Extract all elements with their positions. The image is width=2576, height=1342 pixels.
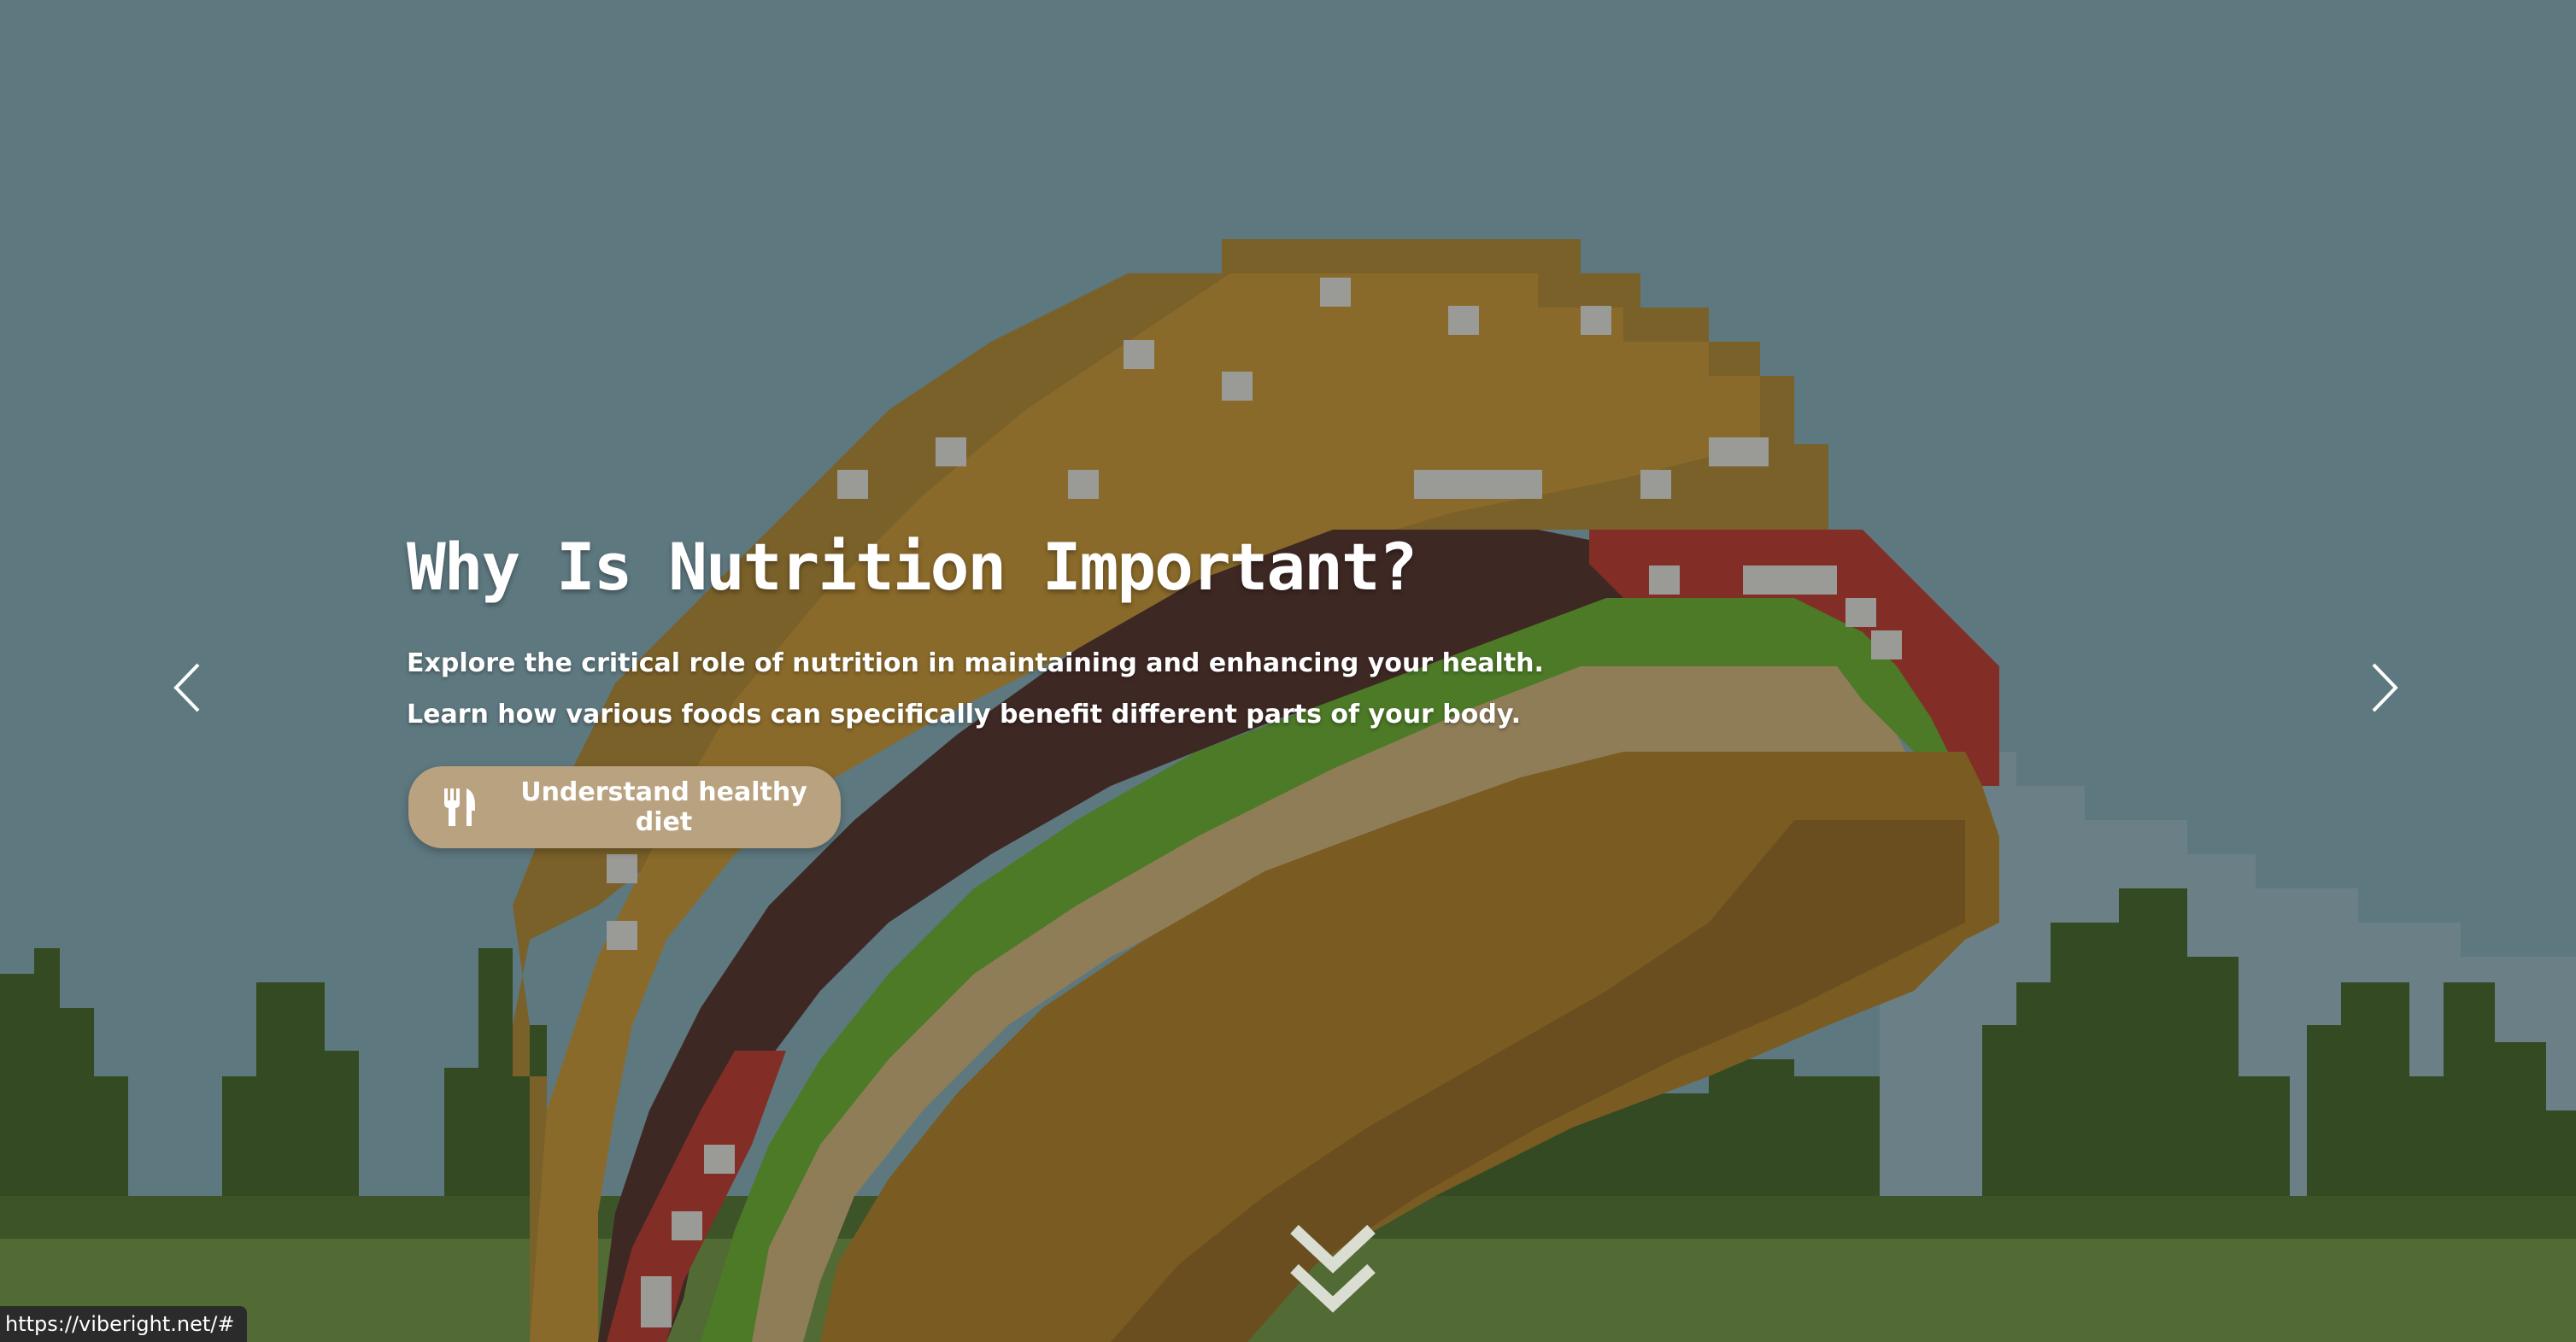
utensils-icon [443, 788, 477, 826]
chevron-right-icon [2372, 663, 2398, 712]
hero-caption: Why Is Nutrition Important? Explore the … [407, 530, 1603, 741]
understand-healthy-diet-label: Understand healthy diet [520, 777, 807, 837]
hero-description-line-2: Learn how various foods can specifically… [407, 700, 1522, 730]
understand-healthy-diet-button[interactable]: Understand healthy diet [408, 766, 841, 848]
carousel-next-button[interactable] [2358, 658, 2409, 718]
hero-title: Why Is Nutrition Important? [407, 529, 1417, 605]
scroll-down-button[interactable] [1286, 1217, 1380, 1320]
double-chevron-down-icon [1290, 1224, 1376, 1313]
hero-carousel: Why Is Nutrition Important? Explore the … [0, 0, 2576, 1342]
link-status-bar: https://viberight.net/# [0, 1306, 247, 1342]
chevron-left-icon [173, 663, 200, 712]
hero-description-line-1: Explore the critical role of nutrition i… [407, 648, 1544, 679]
carousel-prev-button[interactable] [162, 658, 214, 718]
